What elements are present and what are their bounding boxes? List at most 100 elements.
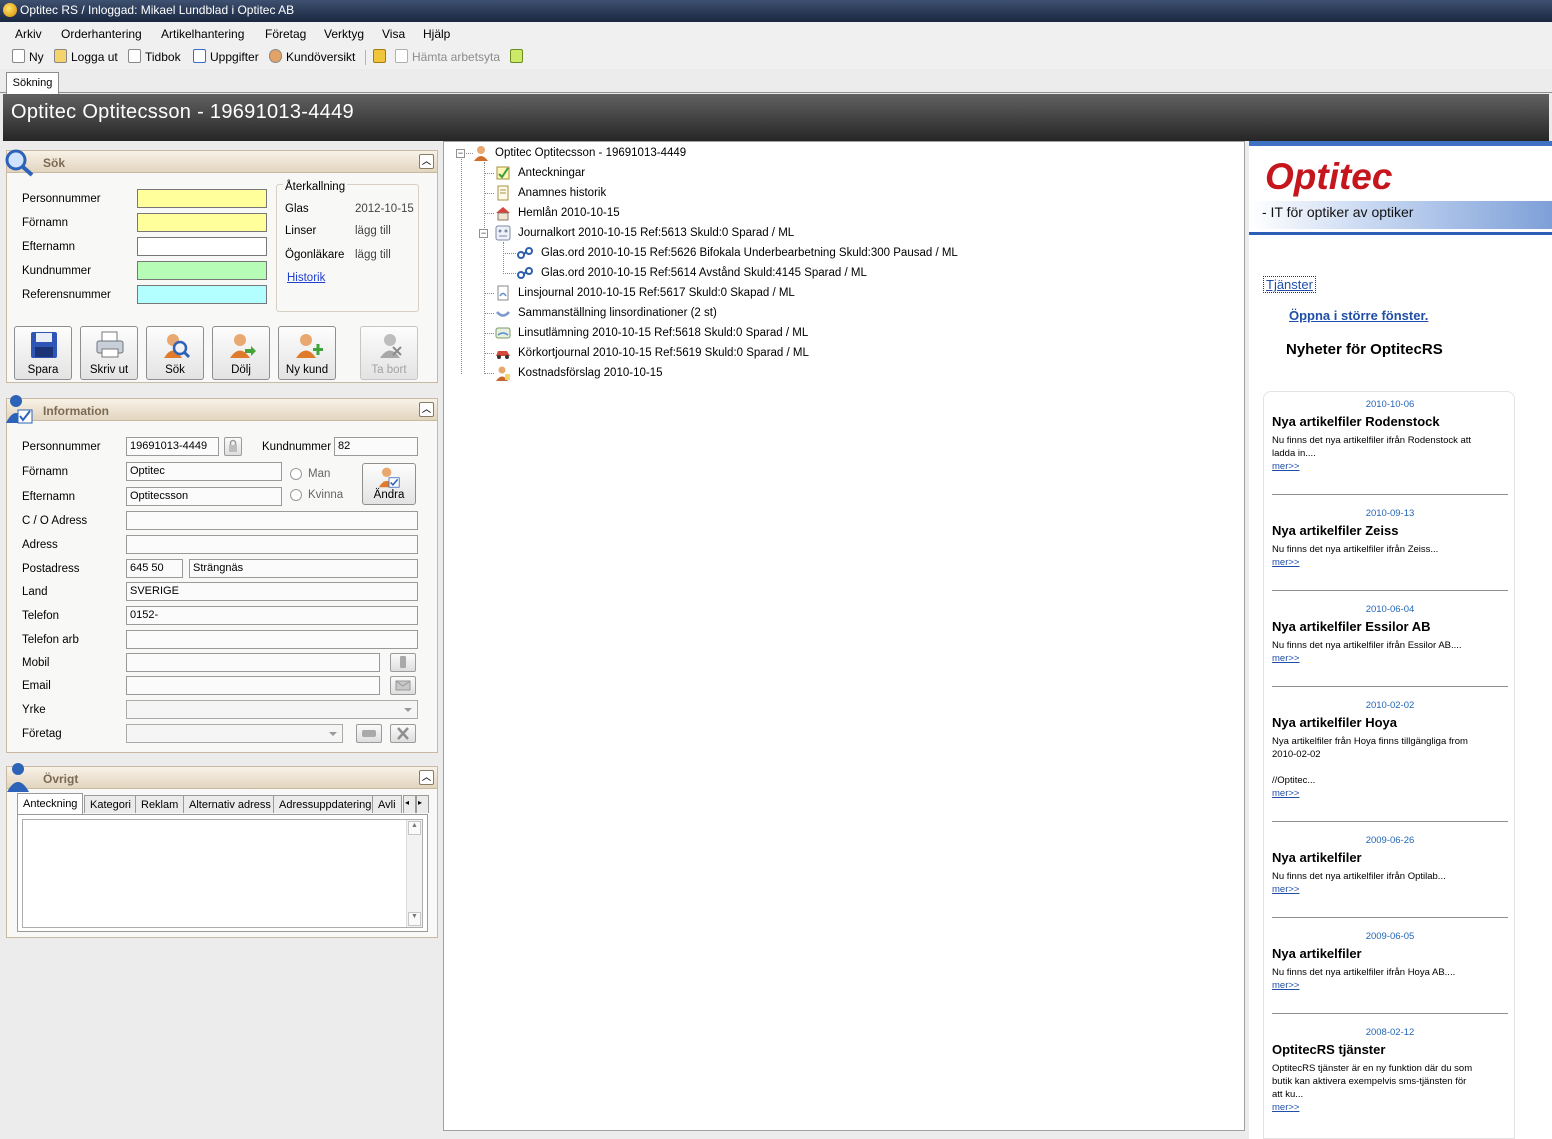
search-button[interactable]: Sök	[146, 326, 204, 380]
tab-scroll-right-icon[interactable]: ▸	[416, 795, 429, 813]
note-textarea[interactable]: ▲ ▼	[22, 819, 423, 928]
company-clear-button[interactable]	[390, 724, 416, 743]
menu-hjalp[interactable]: Hjälp	[423, 27, 450, 41]
tree-item-korkortjournal[interactable]: Körkortjournal 2010-10-15 Ref:5619 Skuld…	[518, 347, 809, 359]
info-phone-work-field[interactable]	[126, 630, 418, 649]
scroll-down-icon[interactable]: ▼	[408, 912, 421, 926]
male-radio[interactable]	[290, 468, 302, 480]
tree-item-glas-5614[interactable]: Glas.ord 2010-10-15 Ref:5614 Avstånd Sku…	[541, 267, 867, 279]
tree-item-glas-5626[interactable]: Glas.ord 2010-10-15 Ref:5626 Bifokala Un…	[541, 247, 958, 259]
tree-item-linsutlamning[interactable]: Linsutlämning 2010-10-15 Ref:5618 Skuld:…	[518, 327, 808, 339]
logout-button[interactable]: Logga ut	[54, 49, 118, 64]
tab-anteckning[interactable]: Anteckning	[17, 793, 84, 814]
fetch-workspace-button[interactable]: Hämta arbetsyta	[395, 49, 500, 64]
lock-button[interactable]	[373, 49, 390, 64]
company-open-button[interactable]	[356, 724, 382, 743]
help-person-button[interactable]	[510, 49, 527, 64]
send-email-button[interactable]	[390, 676, 416, 695]
search-ref-input[interactable]	[137, 285, 267, 304]
news-more-link[interactable]: mer>>	[1272, 1102, 1299, 1113]
tab-sokning[interactable]: Sökning	[6, 72, 59, 94]
tree-item-anteckningar[interactable]: Anteckningar	[518, 167, 585, 179]
note-scrollbar[interactable]: ▲ ▼	[406, 820, 422, 927]
tree-item-sammanstallning[interactable]: Sammanställning linsordinationer (2 st)	[518, 307, 717, 319]
news-more-link[interactable]: mer>>	[1272, 461, 1299, 472]
services-link[interactable]: Tjänster	[1263, 276, 1316, 293]
recall-linser-value[interactable]: lägg till	[355, 225, 391, 237]
lock-ssn-button[interactable]	[224, 437, 242, 456]
info-custno-field[interactable]: 82	[334, 437, 418, 456]
collapse-icon[interactable]: ︿	[419, 770, 434, 785]
delete-button[interactable]: Ta bort	[360, 326, 418, 380]
information-panel-header[interactable]: Information ︿	[6, 395, 437, 424]
occupation-dropdown[interactable]	[126, 700, 418, 719]
info-city-field[interactable]: Strängnäs	[189, 559, 418, 578]
tab-adressuppdatering[interactable]: Adressuppdatering	[273, 795, 378, 813]
hide-button[interactable]: Dölj	[212, 326, 270, 380]
tree-item-kostnadsforslag[interactable]: Kostnadsförslag 2010-10-15	[518, 367, 663, 379]
edit-person-icon	[378, 467, 400, 488]
tree-item-journalkort[interactable]: Journalkort 2010-10-15 Ref:5613 Skuld:0 …	[518, 227, 794, 239]
history-link[interactable]: Historik	[287, 272, 325, 284]
tree-item-hemlan[interactable]: Hemlån 2010-10-15	[518, 207, 620, 219]
tree-item-linsjournal[interactable]: Linsjournal 2010-10-15 Ref:5617 Skuld:0 …	[518, 287, 795, 299]
info-postal-label: Postadress	[22, 563, 80, 575]
female-radio[interactable]	[290, 489, 302, 501]
search-ssn-input[interactable]	[137, 189, 267, 208]
news-date: 2009-06-05	[1365, 931, 1415, 942]
info-country-field[interactable]: SVERIGE	[126, 582, 418, 601]
tab-alternativ-adress[interactable]: Alternativ adress	[183, 795, 277, 813]
news-more-link[interactable]: mer>>	[1272, 980, 1299, 991]
other-panel-header[interactable]: Övrigt ︿	[7, 763, 437, 792]
info-mobile-field[interactable]	[126, 653, 380, 672]
timebook-button[interactable]: Tidbok	[128, 49, 181, 64]
news-more-link[interactable]: mer>>	[1272, 653, 1299, 664]
menu-visa[interactable]: Visa	[382, 27, 405, 41]
news-more-link[interactable]: mer>>	[1272, 557, 1299, 568]
save-button[interactable]: Spara	[14, 326, 72, 380]
tab-reklam[interactable]: Reklam	[135, 795, 185, 813]
menu-artikelhantering[interactable]: Artikelhantering	[161, 27, 244, 41]
send-sms-button[interactable]	[390, 653, 416, 672]
change-button[interactable]: Ändra	[362, 463, 416, 505]
menu-verktyg[interactable]: Verktyg	[324, 27, 364, 41]
info-ssn-field[interactable]: 19691013-4449	[126, 437, 219, 456]
collapse-icon[interactable]: ︿	[419, 402, 434, 417]
tab-scroll-left-icon[interactable]: ◂	[403, 795, 416, 813]
search-custno-input[interactable]	[137, 261, 267, 280]
collapse-icon[interactable]: ︿	[419, 154, 434, 169]
info-address-field[interactable]	[126, 535, 418, 554]
info-last-field[interactable]: Optitecsson	[126, 487, 282, 506]
tab-kategori[interactable]: Kategori	[84, 795, 137, 813]
menu-arkiv[interactable]: Arkiv	[15, 27, 42, 41]
menu-foretag[interactable]: Företag	[265, 27, 306, 41]
info-co-field[interactable]	[126, 511, 418, 530]
tasks-button[interactable]: Uppgifter	[193, 49, 259, 64]
collapse-root-icon[interactable]: −	[456, 149, 465, 158]
window-titlebar: Optitec RS / Inloggad: Mikael Lundblad i…	[0, 0, 1552, 22]
info-email-field[interactable]	[126, 676, 380, 695]
info-first-field[interactable]: Optitec	[126, 462, 282, 481]
new-button[interactable]: Ny	[12, 49, 44, 64]
new-customer-button[interactable]: Ny kund	[278, 326, 336, 380]
scroll-up-icon[interactable]: ▲	[408, 821, 421, 835]
news-divider	[1272, 686, 1508, 687]
tree-root[interactable]: Optitec Optitecsson - 19691013-4449	[495, 147, 686, 159]
company-dropdown[interactable]	[126, 724, 343, 743]
print-button[interactable]: Skriv ut	[80, 326, 138, 380]
search-last-name-input[interactable]	[137, 237, 267, 256]
info-phone-field[interactable]: 0152-	[126, 606, 418, 625]
collapse-journalkort-icon[interactable]: −	[479, 229, 488, 238]
tree-item-anamnes[interactable]: Anamnes historik	[518, 187, 606, 199]
customer-overview-button[interactable]: Kundöversikt	[269, 49, 355, 64]
news-more-link[interactable]: mer>>	[1272, 884, 1299, 895]
recall-ogon-value[interactable]: lägg till	[355, 249, 391, 261]
tab-avli[interactable]: Avli	[372, 795, 402, 813]
search-first-name-input[interactable]	[137, 213, 267, 232]
news-more-link[interactable]: mer>>	[1272, 788, 1299, 799]
info-zip-field[interactable]: 645 50	[126, 559, 183, 578]
search-panel-header[interactable]: Sök ︿	[5, 149, 437, 177]
recall-glas-value[interactable]: 2012-10-15	[355, 203, 414, 215]
menu-orderhantering[interactable]: Orderhantering	[61, 27, 142, 41]
open-larger-link[interactable]: Öppna i större fönster.	[1289, 308, 1428, 323]
